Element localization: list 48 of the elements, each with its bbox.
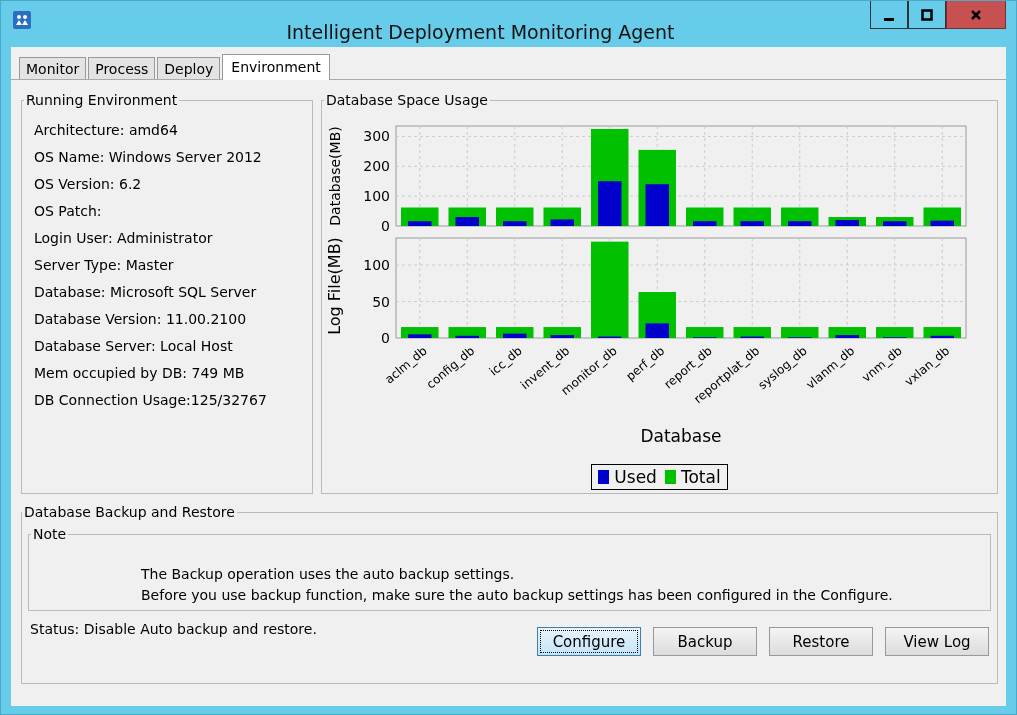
info-text: Mem occupied by DB: 749 MB (34, 364, 246, 382)
axis-tick-label: 100 (363, 188, 390, 205)
axis-tick-label: 200 (363, 158, 390, 175)
close-button[interactable] (946, 1, 1006, 29)
tab[interactable]: Process (88, 57, 156, 79)
info-text: Database: Microsoft SQL Server (34, 283, 258, 301)
status-text: Status: Disable Auto backup and restore. (30, 621, 318, 637)
action-button[interactable]: Configure (537, 627, 641, 656)
legend-swatch (664, 470, 676, 484)
note-text: The Backup operation uses the auto backup settings. (141, 565, 516, 584)
legend-label: Used (614, 467, 657, 487)
info-text: OS Patch: (34, 202, 103, 220)
axis-title: Log File(MB) (325, 237, 344, 335)
axis-tick-label: 0 (381, 330, 390, 346)
window-title: Intelligent Deployment Monitoring Agent (285, 21, 676, 43)
panel-title: Note (32, 526, 68, 542)
legend-label: Total (680, 467, 721, 487)
tab[interactable]: Environment (222, 54, 330, 80)
info-text: DB Connection Usage:125/32767 (34, 391, 268, 409)
minimize-button[interactable] (870, 1, 908, 29)
info-text: Database Version: 11.00.2100 (34, 310, 248, 328)
info-text: OS Version: 6.2 (34, 175, 143, 193)
maximize-icon (921, 8, 933, 21)
info-text: Architecture: amd64 (34, 121, 179, 139)
close-icon (970, 8, 982, 21)
tab[interactable]: Monitor (19, 57, 87, 79)
panel-title: Database Space Usage (325, 92, 489, 108)
minimize-icon (884, 17, 894, 21)
panel-title: Running Environment (25, 92, 179, 108)
axis-tick-label: 0 (381, 218, 390, 234)
action-button[interactable]: Backup (653, 627, 757, 656)
maximize-button[interactable] (908, 1, 946, 29)
legend-swatch (598, 470, 610, 484)
axis-title: Database (640, 426, 722, 446)
action-button[interactable]: View Log (885, 627, 989, 656)
tab[interactable]: Deploy (157, 57, 221, 79)
info-text: Server Type: Master (34, 256, 175, 274)
note-text: Before you use backup function, make sure the auto backup settings has been configured in the Configure. (141, 586, 894, 605)
app-icon (13, 11, 31, 29)
axis-tick-label: 300 (363, 128, 390, 145)
axis-tick-label: 100 (363, 257, 390, 273)
axis-tick-label: 50 (372, 293, 390, 310)
axis-title: Database(MB) (327, 126, 343, 226)
info-text: Database Server: Local Host (34, 337, 234, 355)
panel-title: Database Backup and Restore (23, 504, 236, 520)
info-text: Login User: Administrator (34, 229, 214, 247)
info-text: OS Name: Windows Server 2012 (34, 148, 263, 166)
action-button[interactable]: Restore (769, 627, 873, 656)
